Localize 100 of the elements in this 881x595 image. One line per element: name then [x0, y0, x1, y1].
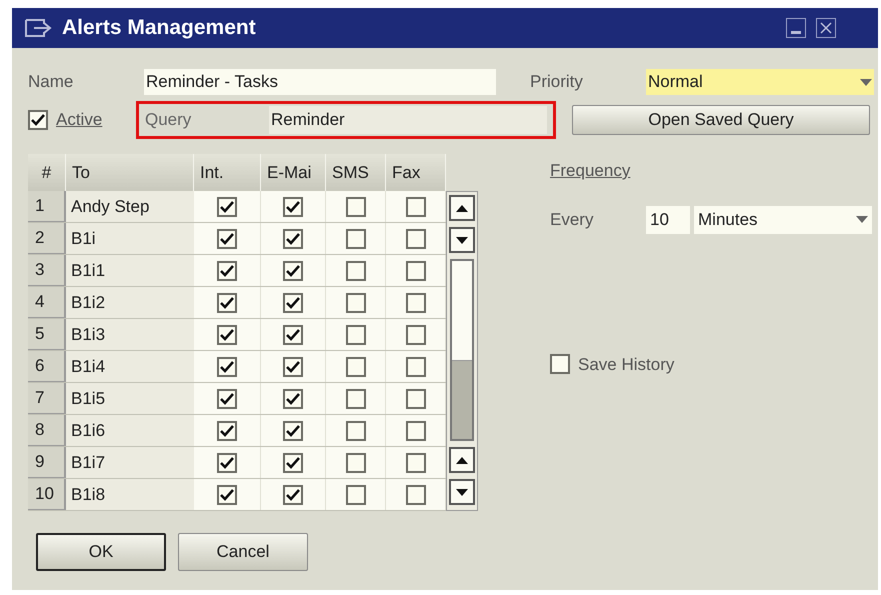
- scroll-down-button[interactable]: [449, 227, 475, 253]
- recipient-cell: B1i1: [66, 255, 194, 286]
- minimize-icon: [791, 31, 801, 34]
- row-number[interactable]: 10: [28, 479, 66, 510]
- cell-checkbox[interactable]: [346, 228, 366, 248]
- check-icon: [286, 488, 300, 500]
- check-icon: [220, 456, 234, 468]
- cell-checkbox[interactable]: [283, 452, 303, 472]
- query-label: Query: [145, 109, 192, 132]
- cell-checkbox[interactable]: [283, 228, 303, 248]
- cell-checkbox[interactable]: [283, 324, 303, 344]
- active-checkbox[interactable]: [28, 110, 48, 130]
- cell-checkbox[interactable]: [406, 452, 426, 472]
- cell-checkbox[interactable]: [346, 324, 366, 344]
- row-number[interactable]: 6: [28, 351, 66, 382]
- interval-field[interactable]: 10: [646, 206, 690, 234]
- close-icon: [820, 22, 832, 34]
- cell-checkbox[interactable]: [217, 260, 237, 280]
- window-title: Alerts Management: [62, 15, 256, 42]
- window-icon: [24, 18, 52, 38]
- recipient-cell: B1i8: [66, 479, 194, 510]
- cell-checkbox[interactable]: [346, 420, 366, 440]
- cell-checkbox[interactable]: [283, 260, 303, 280]
- cell-checkbox[interactable]: [283, 420, 303, 440]
- cell-checkbox[interactable]: [346, 388, 366, 408]
- dropdown-arrow-icon: [856, 216, 868, 223]
- cell-checkbox[interactable]: [346, 292, 366, 312]
- cell-checkbox[interactable]: [406, 420, 426, 440]
- row-number[interactable]: 3: [28, 255, 66, 286]
- cell-checkbox[interactable]: [217, 228, 237, 248]
- priority-dropdown[interactable]: Normal: [646, 69, 874, 95]
- cell-checkbox[interactable]: [406, 260, 426, 280]
- check-icon: [286, 264, 300, 276]
- row-number[interactable]: 4: [28, 287, 66, 318]
- check-icon: [286, 296, 300, 308]
- cell-checkbox[interactable]: [217, 452, 237, 472]
- cell-checkbox[interactable]: [283, 356, 303, 376]
- cell-checkbox[interactable]: [406, 196, 426, 216]
- row-number[interactable]: 2: [28, 223, 66, 254]
- check-icon: [286, 424, 300, 436]
- cell-checkbox[interactable]: [217, 420, 237, 440]
- close-button[interactable]: [816, 18, 836, 38]
- check-icon: [286, 360, 300, 372]
- cell-checkbox[interactable]: [406, 228, 426, 248]
- check-icon: [286, 392, 300, 404]
- cell-checkbox[interactable]: [217, 324, 237, 344]
- cancel-button[interactable]: Cancel: [178, 533, 308, 571]
- row-number[interactable]: 1: [28, 191, 66, 222]
- cell-checkbox[interactable]: [406, 356, 426, 376]
- every-label: Every: [550, 208, 594, 231]
- row-number[interactable]: 8: [28, 415, 66, 446]
- query-field[interactable]: Reminder: [269, 106, 547, 134]
- row-number[interactable]: 5: [28, 319, 66, 350]
- unit-dropdown[interactable]: Minutes: [694, 206, 872, 234]
- cell-checkbox[interactable]: [406, 388, 426, 408]
- check-icon: [286, 328, 300, 340]
- check-icon: [220, 328, 234, 340]
- check-icon: [220, 296, 234, 308]
- recipient-cell: Andy Step: [66, 191, 194, 222]
- scroll-up-button[interactable]: [449, 447, 475, 473]
- ok-button[interactable]: OK: [36, 533, 166, 571]
- check-icon: [220, 232, 234, 244]
- open-saved-query-button[interactable]: Open Saved Query: [572, 105, 870, 135]
- check-icon: [220, 488, 234, 500]
- cell-checkbox[interactable]: [283, 292, 303, 312]
- cell-checkbox[interactable]: [217, 484, 237, 504]
- cell-checkbox[interactable]: [406, 292, 426, 312]
- down-triangle-icon: [456, 488, 468, 496]
- name-field[interactable]: Reminder - Tasks: [144, 69, 496, 95]
- column-header: Fax: [386, 154, 446, 191]
- cell-checkbox[interactable]: [346, 484, 366, 504]
- scroll-up-button[interactable]: [449, 195, 475, 221]
- recipient-cell: B1i6: [66, 415, 194, 446]
- minimize-button[interactable]: [786, 18, 806, 38]
- cell-checkbox[interactable]: [346, 260, 366, 280]
- cell-checkbox[interactable]: [217, 196, 237, 216]
- cell-checkbox[interactable]: [346, 356, 366, 376]
- scrollbar-thumb[interactable]: [452, 261, 472, 361]
- save-history-checkbox[interactable]: [550, 354, 570, 374]
- scroll-down-button[interactable]: [449, 479, 475, 505]
- frequency-heading: Frequency: [550, 160, 632, 182]
- down-triangle-icon: [456, 236, 468, 244]
- cell-checkbox[interactable]: [406, 324, 426, 344]
- row-number[interactable]: 9: [28, 447, 66, 478]
- recipient-cell: B1i4: [66, 351, 194, 382]
- cell-checkbox[interactable]: [346, 196, 366, 216]
- check-icon: [31, 114, 45, 126]
- save-history-label: Save History: [578, 354, 674, 376]
- cell-checkbox[interactable]: [283, 196, 303, 216]
- cell-checkbox[interactable]: [283, 388, 303, 408]
- cell-checkbox[interactable]: [217, 388, 237, 408]
- active-label: Active: [56, 109, 104, 132]
- cell-checkbox[interactable]: [406, 484, 426, 504]
- cell-checkbox[interactable]: [346, 452, 366, 472]
- row-number[interactable]: 7: [28, 383, 66, 414]
- check-icon: [220, 424, 234, 436]
- cell-checkbox[interactable]: [217, 292, 237, 312]
- cell-checkbox[interactable]: [283, 484, 303, 504]
- check-icon: [220, 264, 234, 276]
- cell-checkbox[interactable]: [217, 356, 237, 376]
